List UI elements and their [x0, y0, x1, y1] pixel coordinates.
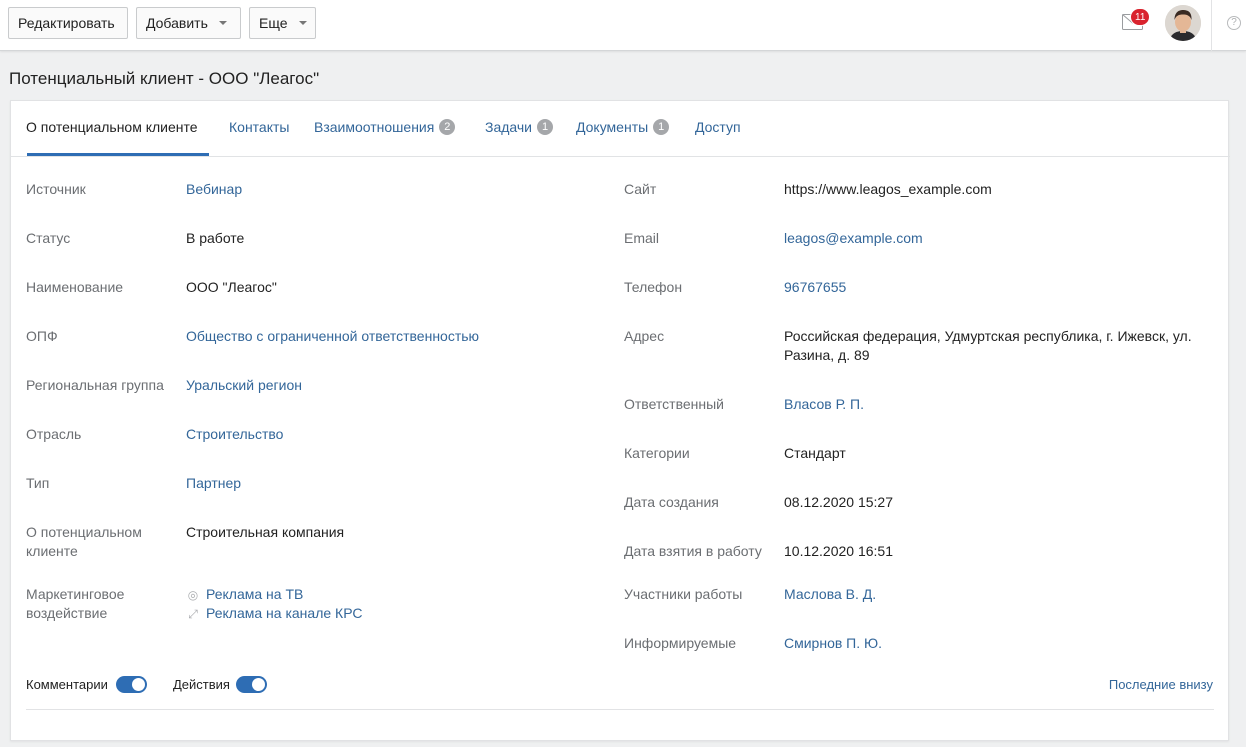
field-label-phone: Телефон: [624, 279, 683, 295]
field-value-about: Строительная компания: [186, 524, 345, 540]
tab-label: Взаимоотношения: [314, 119, 435, 135]
field-label-email: Email: [624, 230, 660, 246]
help-icon[interactable]: ?: [1227, 16, 1241, 30]
chevron-down-icon: [298, 21, 307, 25]
more-button-label: Еще: [259, 15, 288, 31]
user-avatar-icon: [1165, 5, 1201, 41]
field-value-created: 08.12.2020 15:27: [784, 494, 893, 510]
field-value-site: https://www.leagos_example.com: [784, 181, 992, 197]
field-label-line: О потенциальном: [26, 524, 142, 540]
field-label-created: Дата создания: [624, 494, 719, 510]
add-button-label: Добавить: [146, 15, 208, 31]
edit-button[interactable]: Редактировать: [8, 7, 128, 39]
sort-order-link[interactable]: Последние внизу: [1109, 677, 1213, 692]
field-label-opf: ОПФ: [26, 328, 58, 344]
field-value-marketing: ◎ Реклама на ТВ ⤢ Реклама на канале КРС: [186, 585, 363, 623]
field-label-type: Тип: [26, 475, 50, 491]
actions-toggle[interactable]: [236, 676, 267, 693]
tab-label: Задачи: [485, 119, 533, 135]
field-label-about: О потенциальном клиенте: [26, 523, 142, 561]
field-label-marketing: Маркетинговое воздействие: [26, 585, 124, 623]
page-title: Потенциальный клиент - ООО "Леагос": [9, 69, 320, 88]
tab-documents[interactable]: Документы 1: [576, 119, 670, 135]
field-label-categories: Категории: [624, 445, 690, 461]
field-value-status: В работе: [186, 230, 245, 246]
field-value-taken: 10.12.2020 16:51: [784, 543, 893, 559]
mail-count-badge[interactable]: 11: [1130, 8, 1151, 26]
marketing-item-text[interactable]: Реклама на ТВ: [206, 585, 303, 604]
field-value-source[interactable]: Вебинар: [186, 180, 242, 199]
field-value-informed[interactable]: Смирнов П. Ю.: [784, 634, 882, 653]
resize-arrow-icon: ⤢: [188, 606, 198, 621]
tab-count-badge: 1: [537, 119, 554, 135]
target-icon: ◎: [187, 587, 199, 602]
field-value-address: Российская федерация, Удмуртская республ…: [784, 327, 1192, 365]
tab-count-badge: 1: [653, 119, 670, 135]
field-label-participants: Участники работы: [624, 586, 743, 602]
field-value-opf[interactable]: Общество с ограниченной ответственностью: [186, 327, 479, 346]
field-value-region-group[interactable]: Уральский регион: [186, 376, 302, 395]
tab-bar: О потенциальном клиенте Контакты Взаимоо…: [11, 101, 1230, 157]
field-value-phone[interactable]: 96767655: [784, 278, 846, 297]
tab-label: О потенциальном клиенте: [26, 119, 198, 135]
field-value-participants[interactable]: Маслова В. Д.: [784, 585, 876, 604]
field-label-source: Источник: [26, 181, 86, 197]
chevron-down-icon: [218, 21, 227, 25]
field-label-line: Маркетинговое: [26, 586, 125, 602]
toggle-knob: [252, 678, 265, 691]
field-label-taken: Дата взятия в работу: [624, 543, 762, 559]
field-label-industry: Отрасль: [26, 426, 82, 442]
field-label-informed: Информируемые: [624, 635, 737, 651]
field-label-status: Статус: [26, 230, 71, 246]
more-dropdown-button[interactable]: Еще: [249, 7, 316, 39]
tab-label: Доступ: [695, 119, 741, 135]
tab-tasks[interactable]: Задачи 1: [485, 119, 554, 135]
tab-contacts[interactable]: Контакты: [229, 119, 289, 135]
field-label-region-group: Региональная группа: [26, 377, 164, 393]
toolbar-divider: [1211, 0, 1212, 51]
tab-relationships[interactable]: Взаимоотношения 2: [314, 119, 456, 135]
marketing-item[interactable]: ◎ Реклама на ТВ: [186, 585, 362, 604]
field-value-industry[interactable]: Строительство: [186, 425, 283, 444]
field-label-line: воздействие: [26, 605, 108, 621]
active-tab-indicator: [27, 153, 209, 156]
tab-label: Контакты: [229, 119, 290, 135]
comments-toggle[interactable]: [116, 676, 147, 693]
feed-divider: [26, 709, 1214, 710]
field-label-address: Адрес: [624, 328, 665, 344]
field-value-responsible[interactable]: Власов Р. П.: [784, 395, 864, 414]
lead-card: О потенциальном клиенте Контакты Взаимоо…: [10, 100, 1230, 741]
marketing-item-text[interactable]: Реклама на канале КРС: [206, 604, 362, 623]
add-dropdown-button[interactable]: Добавить: [136, 7, 241, 39]
tab-count-badge: 2: [439, 119, 456, 135]
field-value-categories: Стандарт: [784, 445, 846, 461]
tab-access[interactable]: Доступ: [695, 119, 741, 135]
edit-button-label: Редактировать: [18, 15, 115, 31]
field-label-responsible: Ответственный: [624, 396, 724, 412]
avatar[interactable]: [1165, 5, 1201, 41]
field-label-line: клиенте: [26, 543, 78, 559]
address-line: Российская федерация, Удмуртская республ…: [784, 328, 1192, 344]
tab-about-lead[interactable]: О потенциальном клиенте: [26, 119, 198, 135]
field-label-name: Наименование: [26, 279, 124, 295]
actions-toggle-label: Действия: [173, 677, 230, 692]
top-toolbar: Редактировать Добавить Еще 11 ?: [0, 0, 1246, 51]
address-line: Разина, д. 89: [784, 347, 870, 363]
tab-label: Документы: [576, 119, 649, 135]
marketing-item[interactable]: ⤢ Реклама на канале КРС: [186, 604, 362, 623]
field-value-type[interactable]: Партнер: [186, 474, 241, 493]
field-label-site: Сайт: [624, 181, 657, 197]
field-value-email[interactable]: leagos@example.com: [784, 229, 923, 248]
toggle-knob: [132, 678, 145, 691]
field-value-name: ООО "Леагос": [186, 279, 277, 295]
comments-toggle-label: Комментарии: [26, 677, 108, 692]
